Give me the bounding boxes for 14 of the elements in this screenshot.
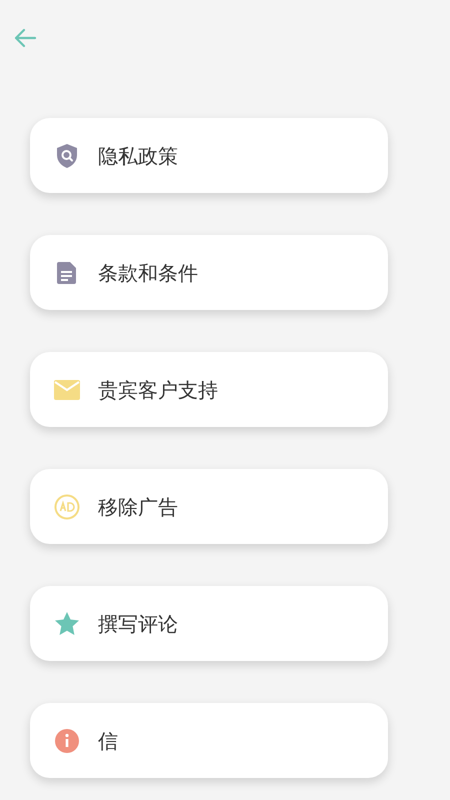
document-icon bbox=[56, 260, 78, 284]
info-icon bbox=[54, 728, 80, 754]
star-icon bbox=[54, 611, 80, 636]
envelope-icon bbox=[54, 380, 80, 400]
menu-item[interactable]: 信 bbox=[30, 703, 388, 778]
menu-item[interactable]: 撰写评论 bbox=[30, 586, 388, 661]
back-arrow-icon bbox=[13, 28, 37, 48]
menu-item[interactable]: 隐私政策 bbox=[30, 118, 388, 193]
back-button[interactable] bbox=[12, 26, 38, 50]
menu-item[interactable]: 移除广告 bbox=[30, 469, 388, 544]
ad-circle-icon bbox=[54, 494, 80, 520]
menu-item[interactable]: 贵宾客户支持 bbox=[30, 352, 388, 427]
shield-search-icon bbox=[55, 142, 79, 168]
menu-item[interactable]: 条款和条件 bbox=[30, 235, 388, 310]
